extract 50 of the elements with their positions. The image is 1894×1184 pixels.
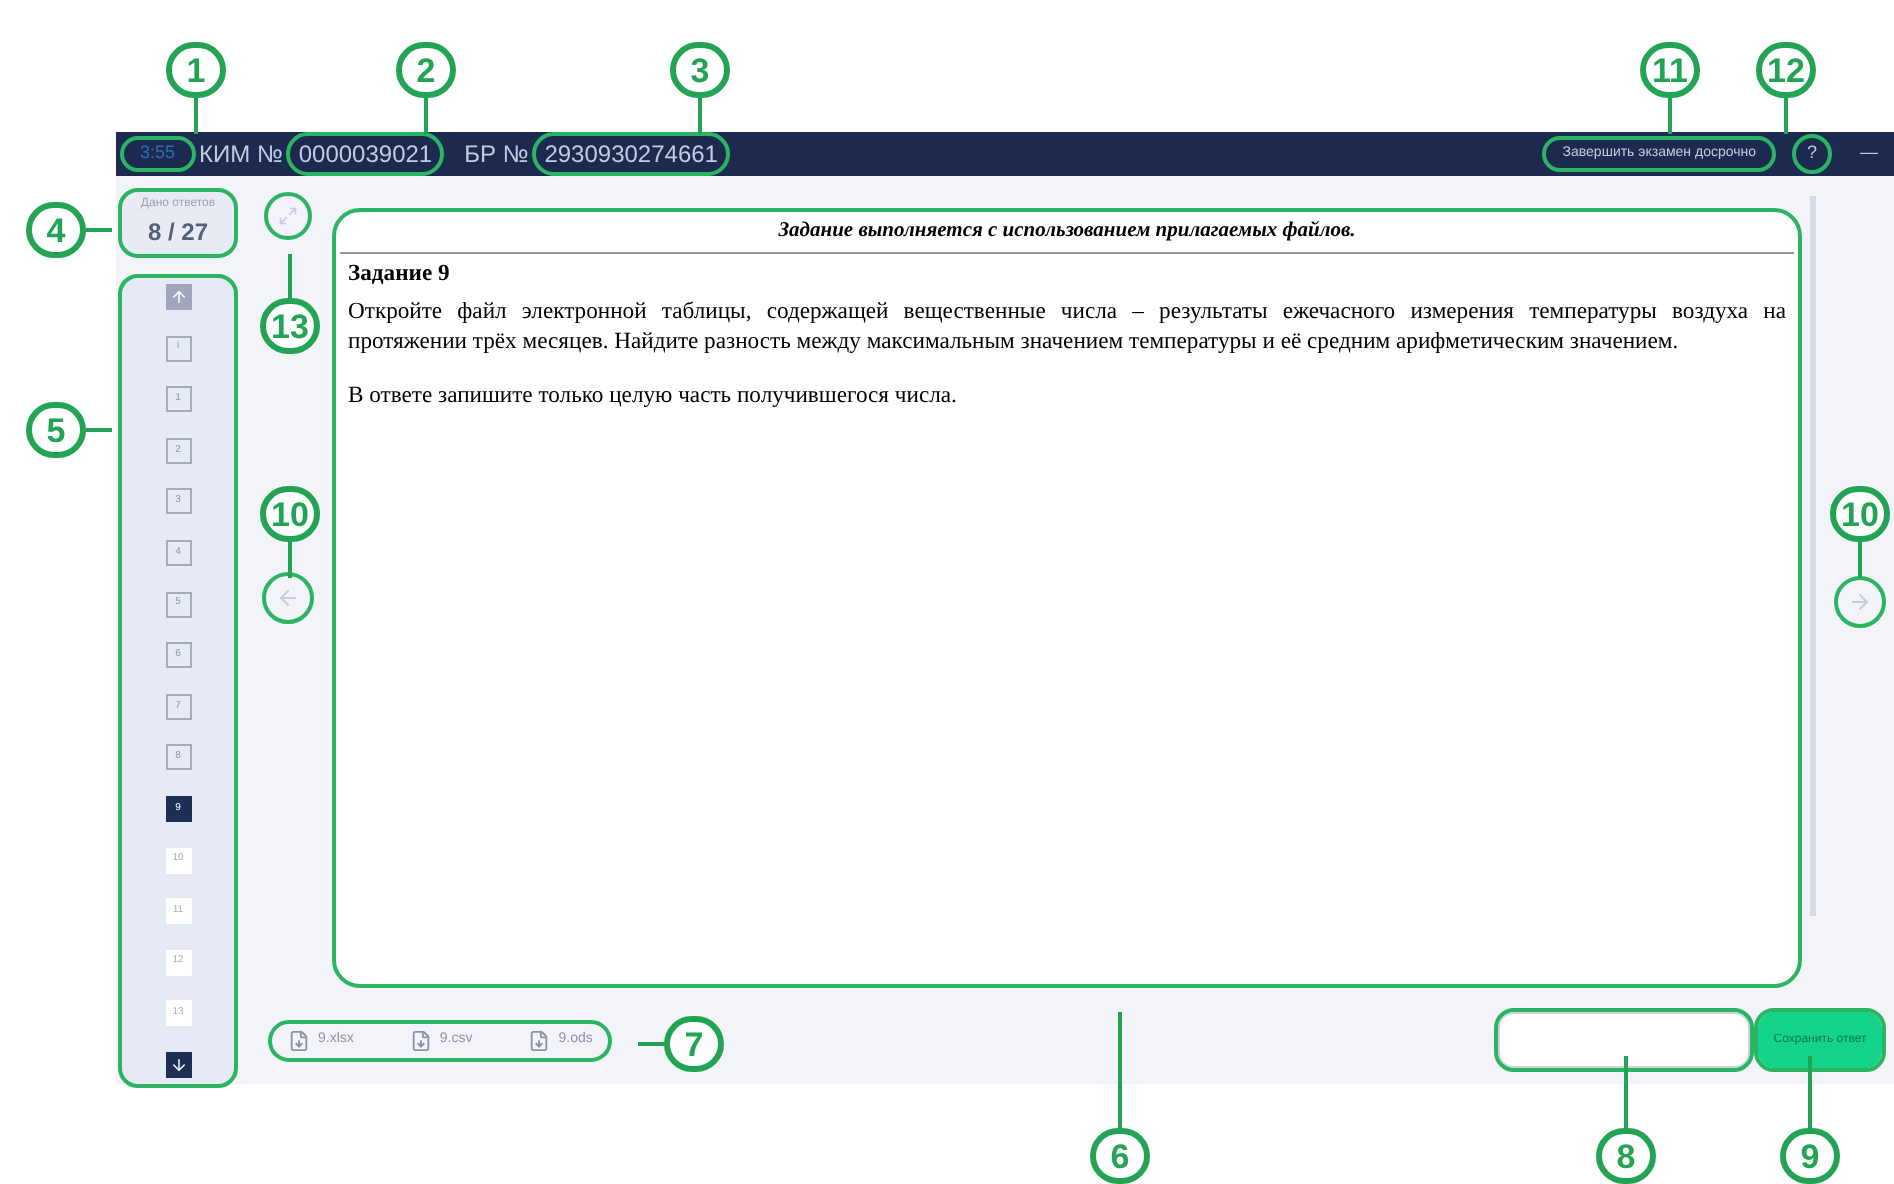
expand-button[interactable] (268, 196, 308, 236)
leader-line (84, 428, 112, 432)
scroll-up-button[interactable] (165, 284, 191, 310)
next-task-button[interactable] (1838, 580, 1882, 624)
file-download-icon (288, 1029, 310, 1051)
file-download-icon (409, 1029, 432, 1051)
callout-number: 4 (26, 202, 86, 258)
task-paragraph: В ответе запишите только целую часть получившегося числа. (348, 379, 959, 410)
help-button[interactable]: ? (1796, 138, 1828, 170)
leader-line (288, 542, 292, 578)
counter-value: 8 / 27 (147, 216, 209, 250)
callout-number: 2 (396, 42, 456, 98)
leader-line (1118, 1012, 1122, 1128)
callout-number: 3 (670, 42, 730, 98)
callout-number: 12 (1756, 42, 1816, 98)
leader-line (1808, 1056, 1812, 1128)
leader-line (194, 98, 198, 134)
answer-field[interactable] (1498, 1012, 1750, 1068)
arrow-up-icon (169, 288, 187, 306)
expand-icon (278, 206, 298, 226)
minimize-button[interactable]: — (1860, 140, 1878, 168)
task-title: Задание 9 (348, 257, 452, 288)
kim-label: КИМ № (199, 138, 283, 172)
arrow-down-icon (169, 1055, 187, 1074)
kim-number: 0000039021 (290, 136, 441, 172)
leader-line (1668, 98, 1672, 134)
arrow-left-icon (276, 586, 300, 610)
arrow-right-icon (1848, 590, 1872, 614)
callout-number: 1 (166, 42, 226, 98)
callout-number: 5 (26, 402, 86, 458)
leader-line (288, 254, 292, 298)
leader-line (84, 228, 112, 232)
leader-line (1858, 542, 1862, 578)
callout-number: 6 (1090, 1128, 1150, 1184)
callout-number: 11 (1640, 42, 1700, 98)
file-download-icon (528, 1029, 551, 1051)
br-label: БР № (464, 138, 529, 172)
leader-line (638, 1042, 666, 1046)
scroll-down-button[interactable] (165, 1051, 191, 1078)
task-paragraph: Откройте файл электронной таблицы, содержащей вещественные числа – результаты ежечасного измерения температуры воздуха на протяжении трёх месяцев. Найдите разность между максимальным значением температуры и её средним арифметическим значением. (348, 295, 1786, 356)
br-number: 2930930274661 (536, 136, 726, 172)
timer: 3:55 (124, 140, 192, 168)
leader-line (1624, 1056, 1628, 1128)
leader-line (1784, 98, 1788, 134)
previous-task-button[interactable] (266, 576, 310, 620)
callout-number: 8 (1596, 1128, 1656, 1184)
callout-number: 9 (1780, 1128, 1840, 1184)
task-banner: Задание выполняется с использованием прилагаемых файлов. (340, 212, 1794, 254)
leader-line (698, 98, 702, 134)
leader-line (424, 98, 428, 134)
